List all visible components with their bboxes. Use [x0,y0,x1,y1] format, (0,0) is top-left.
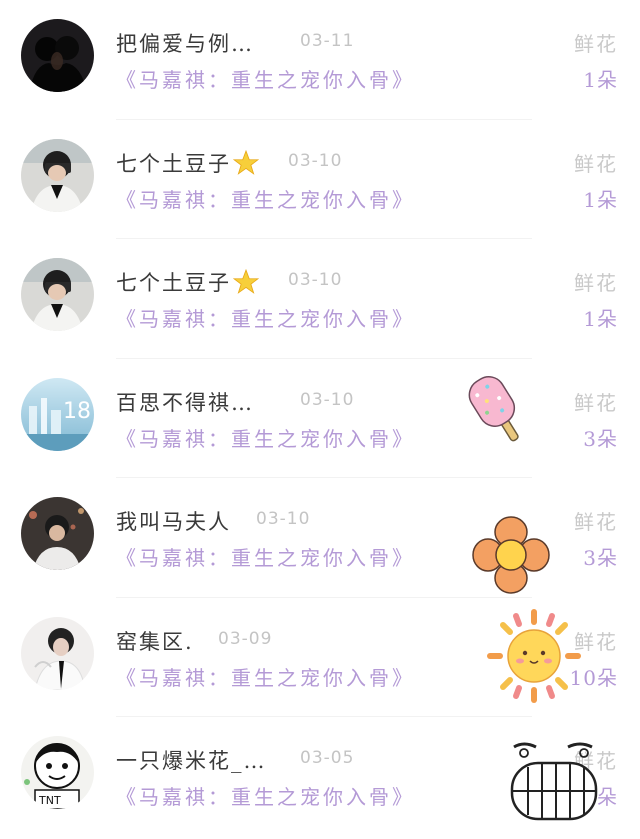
list-item[interactable]: 把偏爱与例… 03-11 《马嘉祺：重生之宠你入骨》 鲜花 1朵 [0,0,640,120]
list-item[interactable]: 18 百思不得祺… 03-10 《马嘉祺：重生之宠你入骨》 鲜花 3朵 [0,359,640,478]
user-name: 七个土豆子 [116,148,260,181]
book-title[interactable]: 《马嘉祺：重生之宠你入骨》 [116,542,415,571]
flower-label: 鲜花 [574,390,618,415]
flower-label: 鲜花 [574,151,618,176]
svg-text:18: 18 [63,399,91,424]
gift-date: 03-09 [218,628,273,649]
flower-count: 1朵 [583,307,618,331]
list-item[interactable]: TNT 一只爆米花_… 03-05 《马嘉祺：重生之宠你入骨》 鲜花 3朵 [0,717,640,837]
user-name: 七个土豆子 [116,267,260,300]
star-emoji-icon [232,268,260,300]
book-title[interactable]: 《马嘉祺：重生之宠你入骨》 [116,662,415,691]
gift-date: 03-10 [288,150,343,171]
avatar[interactable] [21,616,94,690]
gift-date: 03-10 [288,270,343,290]
gift-date: 03-11 [300,31,355,51]
avatar[interactable] [21,497,94,570]
sun-sticker-icon [484,606,584,710]
user-name: 我叫马夫人 [116,510,231,534]
user-name: 窑集区. [116,629,194,654]
book-title[interactable]: 《马嘉祺：重生之宠你入骨》 [116,184,415,213]
grin-face-sticker-icon [506,737,604,839]
popsicle-sticker-icon [462,369,538,449]
svg-text:TNT: TNT [38,794,61,807]
flower-label: 鲜花 [574,32,618,56]
star-emoji-icon [232,149,260,181]
flower-count: 3朵 [583,546,618,570]
avatar[interactable] [21,138,94,212]
user-name: 把偏爱与例… [116,32,254,56]
avatar[interactable] [21,19,94,92]
book-title[interactable]: 《马嘉祺：重生之宠你入骨》 [116,423,415,452]
gift-date: 03-05 [300,748,355,768]
avatar[interactable]: TNT [21,736,94,809]
flower-label: 鲜花 [574,271,618,295]
flower-count: 1朵 [583,68,618,92]
book-title[interactable]: 《马嘉祺：重生之宠你入骨》 [116,64,415,93]
flower-count: 3朵 [583,426,618,451]
list-item[interactable]: 我叫马夫人 03-10 《马嘉祺：重生之宠你入骨》 鲜花 3朵 [0,478,640,598]
gift-date: 03-10 [300,389,355,410]
list-item[interactable]: 七个土豆子 03-10 《马嘉祺：重生之宠你入骨》 鲜花 1朵 [0,239,640,359]
flower-label: 鲜花 [574,510,618,534]
user-name: 百思不得祺… [116,390,254,415]
book-title[interactable]: 《马嘉祺：重生之宠你入骨》 [116,781,415,810]
list-item[interactable]: 窑集区. 03-09 《马嘉祺：重生之宠你入骨》 鲜花 10朵 [0,598,640,717]
gift-date: 03-10 [256,509,311,529]
list-item[interactable]: 七个土豆子 03-10 《马嘉祺：重生之宠你入骨》 鲜花 1朵 [0,120,640,239]
book-title[interactable]: 《马嘉祺：重生之宠你入骨》 [116,303,415,332]
avatar[interactable] [21,258,94,331]
user-name: 一只爆米花_… [116,749,267,773]
flower-count: 1朵 [583,187,618,212]
orange-flower-sticker-icon [470,514,552,600]
avatar[interactable]: 18 [21,377,94,451]
flower-gift-list: 把偏爱与例… 03-11 《马嘉祺：重生之宠你入骨》 鲜花 1朵 七个土豆子 0… [0,0,640,837]
